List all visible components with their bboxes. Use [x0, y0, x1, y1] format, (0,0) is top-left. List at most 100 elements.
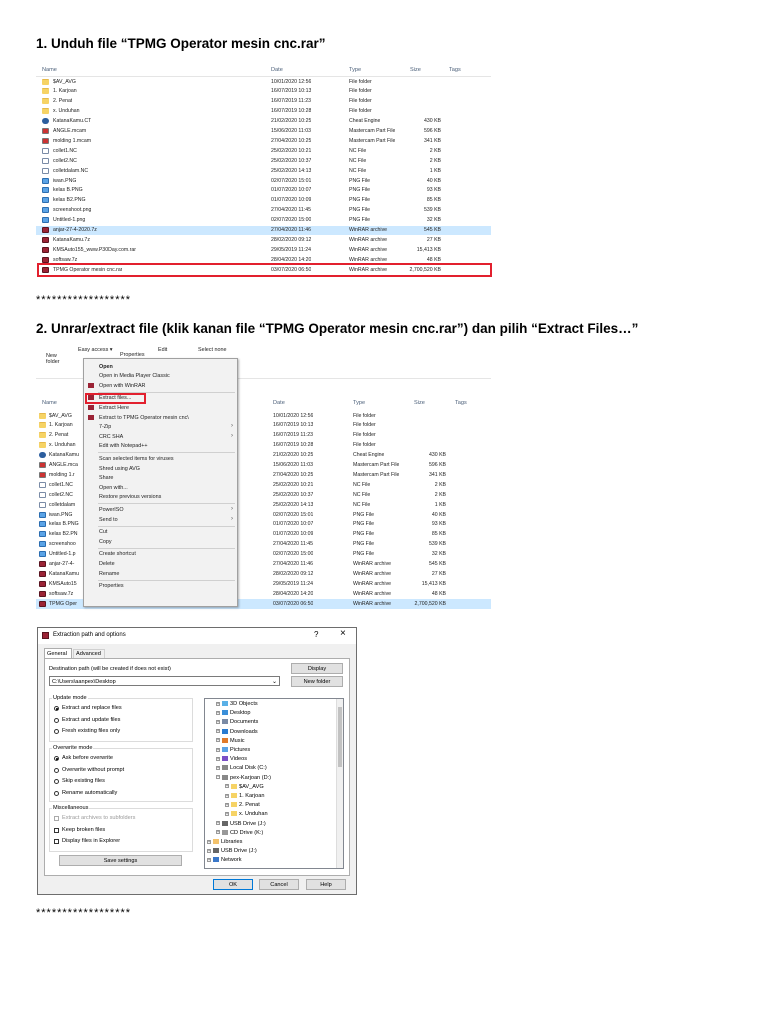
file-row[interactable]: $AV_AVG 10/01/2020 12:56 File folder: [36, 77, 491, 87]
tree-node[interactable]: − pex-Karjoan (D:): [216, 775, 271, 781]
file-row[interactable]: ANGLE.mcam 15/06/2020 11:03 Mastercam Part…: [36, 127, 491, 137]
context-menu-item[interactable]: 7-Zip ›: [84, 423, 237, 432]
expand-icon[interactable]: +: [216, 747, 220, 752]
tree-node[interactable]: + Downloads: [216, 729, 258, 735]
folder-tree[interactable]: +3D Objects + Desktop + Documents + Downloads +…: [204, 698, 344, 869]
expand-icon[interactable]: +: [216, 830, 220, 835]
context-menu-item[interactable]: PowerISO ›: [84, 505, 237, 514]
expand-icon[interactable]: +: [207, 839, 211, 844]
context-menu-item[interactable]: Send to ›: [84, 515, 237, 524]
ok-button[interactable]: OK: [213, 879, 253, 890]
context-menu-item[interactable]: Cut: [84, 528, 237, 537]
file-row[interactable]: anjar-27-4-2020.7z 27/04/2020 11:46 WinRAR…: [36, 225, 491, 236]
tree-node[interactable]: + x. Unduhan: [225, 811, 268, 817]
tree-scrollbar[interactable]: [336, 699, 343, 868]
radio-button[interactable]: [54, 717, 59, 723]
checkbox[interactable]: [54, 827, 59, 833]
expand-icon[interactable]: +: [216, 701, 220, 706]
context-menu-item[interactable]: Share: [84, 474, 237, 483]
radio-button[interactable]: [54, 756, 59, 761]
file-row[interactable]: KatanaKamu.CT 21/02/2020 10:25 Cheat Engin…: [36, 117, 491, 127]
col-size-header[interactable]: Size: [410, 67, 421, 73]
checkbox[interactable]: [54, 839, 59, 844]
expand-icon[interactable]: +: [207, 848, 211, 853]
file-row[interactable]: collet1.NC 25/02/2020 10:21 NC File 2 KB: [36, 146, 491, 156]
scrollbar-thumb[interactable]: [338, 707, 342, 767]
new-folder-button[interactable]: New folder: [46, 353, 60, 365]
expand-icon[interactable]: +: [207, 857, 211, 862]
col-tags-header-2[interactable]: Tags: [455, 400, 467, 406]
file-row[interactable]: kelas B2.PNG 01/07/2020 10:09 PNG File 85 K…: [36, 196, 491, 206]
context-menu-item[interactable]: Open with...: [84, 483, 237, 492]
display-button[interactable]: Display: [291, 663, 343, 674]
expand-icon[interactable]: +: [216, 756, 220, 761]
context-menu-item[interactable]: Delete: [84, 559, 237, 568]
help-icon[interactable]: ?: [314, 630, 318, 639]
file-row[interactable]: x. Unduhan 16/07/2019 10:28 File folder: [36, 107, 491, 117]
file-row[interactable]: 2. Penat 16/07/2019 11:23 File folder: [36, 97, 491, 107]
file-row[interactable]: KMSAuto155_www.P30Day.com.rar 29/05/2019 …: [36, 245, 491, 255]
file-row[interactable]: 1. Karjoan 16/07/2019 10:13 File folder: [36, 87, 491, 97]
file-row[interactable]: collet2.NC 25/02/2020 10:37 NC File 2 KB: [36, 156, 491, 166]
context-menu-item[interactable]: Properties: [84, 582, 237, 591]
chevron-down-icon[interactable]: ⌄: [272, 678, 277, 685]
expand-icon[interactable]: +: [225, 784, 229, 789]
context-menu-item[interactable]: Rename: [84, 569, 237, 578]
context-menu-item[interactable]: Extract Here: [84, 403, 237, 412]
expand-icon[interactable]: +: [216, 821, 220, 826]
col-date-header-2[interactable]: Date: [273, 400, 285, 406]
radio-button[interactable]: [54, 779, 59, 784]
tree-node[interactable]: + Network: [207, 857, 242, 863]
expand-icon[interactable]: +: [216, 765, 220, 770]
tree-node[interactable]: + Pictures: [216, 747, 250, 753]
file-row[interactable]: screenshoot.png 27/04/2020 11:45 PNG File 5…: [36, 206, 491, 216]
dest-path-input[interactable]: C:\Users\aanpex\Desktop ⌄: [49, 676, 280, 686]
expand-icon[interactable]: +: [225, 793, 229, 798]
expand-icon[interactable]: +: [216, 710, 220, 715]
radio-button[interactable]: [54, 767, 59, 773]
tree-node[interactable]: + Desktop: [216, 710, 251, 716]
expand-icon[interactable]: +: [225, 811, 229, 816]
tree-node[interactable]: + Libraries: [207, 839, 242, 845]
file-row[interactable]: kelas B.PNG 01/07/2020 10:07 PNG File 93 KB: [36, 186, 491, 196]
tree-node[interactable]: + Music: [216, 738, 245, 744]
col-name-header[interactable]: Name: [42, 67, 57, 73]
context-menu-item[interactable]: Edit with Notepad++: [84, 442, 237, 451]
context-menu-item[interactable]: Scan selected items for viruses: [84, 454, 237, 463]
tree-node[interactable]: + Videos: [216, 756, 247, 762]
checkbox[interactable]: [54, 816, 59, 821]
context-menu-item[interactable]: Open: [84, 362, 237, 371]
file-row[interactable]: KatanaKamu.7z 28/02/2020 09:12 WinRAR arch…: [36, 235, 491, 245]
context-menu-item[interactable]: Copy: [84, 537, 237, 546]
tab-advanced[interactable]: Advanced: [73, 649, 105, 658]
expand-icon[interactable]: +: [216, 719, 220, 724]
tree-node[interactable]: +1. Karjoan: [225, 793, 265, 799]
context-menu-item[interactable]: CRC SHA ›: [84, 432, 237, 441]
file-row[interactable]: colletdalam.NC 25/02/2020 14:13 NC File 1 K…: [36, 166, 491, 176]
tab-general[interactable]: General: [44, 648, 72, 658]
col-type-header[interactable]: Type: [349, 67, 361, 73]
tree-node[interactable]: + CD Drive (K:): [216, 830, 263, 836]
file-row[interactable]: iwan.PNG 02/07/2020 15:01 PNG File 40 KB: [36, 176, 491, 186]
tree-node[interactable]: + Documents: [216, 719, 258, 725]
radio-button[interactable]: [54, 706, 59, 711]
expand-icon[interactable]: −: [216, 775, 220, 780]
col-tags-header[interactable]: Tags: [449, 67, 461, 73]
col-name-header-2[interactable]: Name: [42, 400, 57, 406]
context-menu-item[interactable]: Create shortcut: [84, 550, 237, 559]
expand-icon[interactable]: +: [216, 738, 220, 743]
expand-icon[interactable]: +: [225, 802, 229, 807]
help-button[interactable]: Help: [306, 879, 346, 890]
context-menu-item[interactable]: Restore previous versions: [84, 493, 237, 502]
context-menu-item[interactable]: Extract to TPMG Operator mesin cnc\: [84, 413, 237, 422]
tree-node[interactable]: + USB Drive (J:): [207, 848, 257, 854]
new-folder-button[interactable]: New folder: [291, 676, 343, 687]
save-settings-button[interactable]: Save settings: [59, 855, 182, 866]
file-row[interactable]: Untitled-1.png 02/07/2020 15:00 PNG File 32…: [36, 216, 491, 226]
cancel-button[interactable]: Cancel: [259, 879, 299, 890]
tree-node[interactable]: +3D Objects: [216, 701, 258, 707]
context-menu-item[interactable]: Open in Media Player Classic: [84, 372, 237, 381]
tree-node[interactable]: + USB Drive (J:): [216, 821, 266, 827]
tree-node[interactable]: +2. Penat: [225, 802, 260, 808]
col-size-header-2[interactable]: Size: [414, 400, 425, 406]
